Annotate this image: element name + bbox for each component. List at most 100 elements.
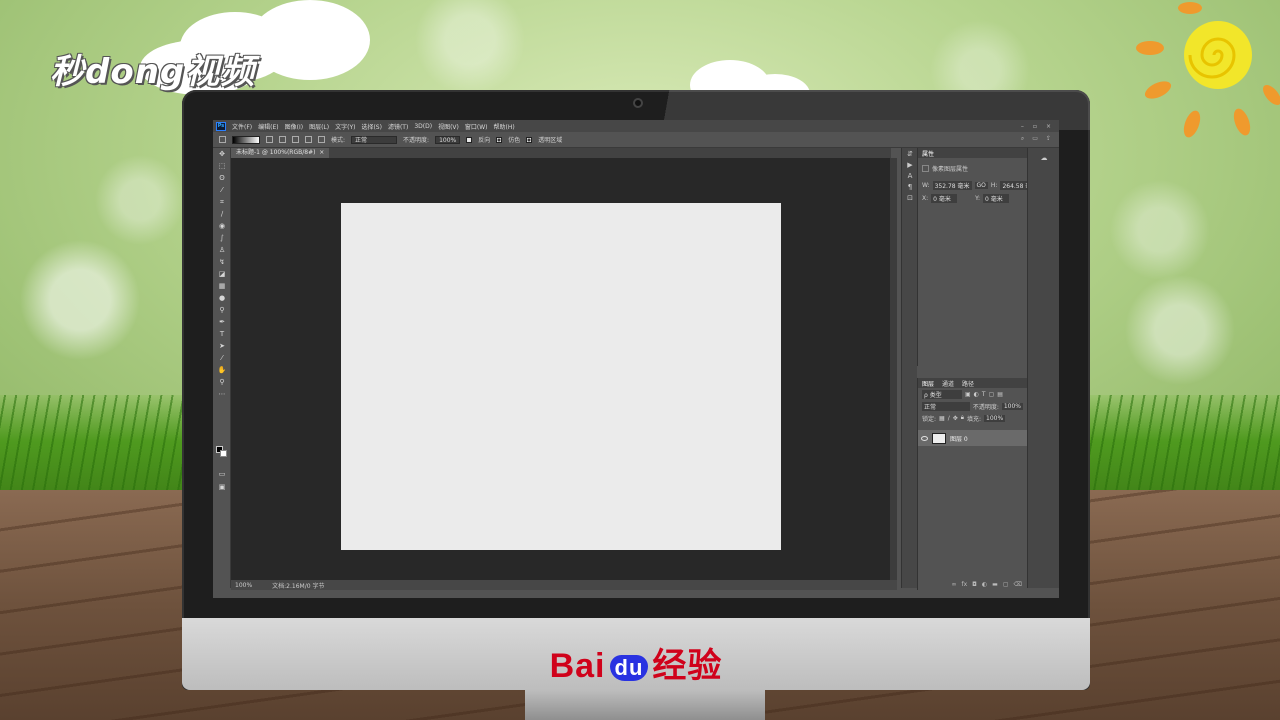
layer-name[interactable]: 图层 0 bbox=[950, 434, 968, 443]
layer-filter-select[interactable]: ρ 类型 bbox=[922, 389, 962, 399]
quick-mask-icon[interactable]: ▭ bbox=[213, 468, 231, 480]
menu-view[interactable]: 视图(V) bbox=[438, 122, 459, 131]
lock-all-icon[interactable]: 🔒︎ bbox=[961, 414, 964, 422]
eyedropper-tool-icon[interactable]: ∕ bbox=[213, 208, 231, 220]
vertical-scrollbar[interactable] bbox=[890, 158, 897, 580]
fill-field[interactable]: 100% bbox=[984, 414, 1006, 422]
lock-position-icon[interactable]: ✥ bbox=[953, 415, 958, 422]
layer-opacity-field[interactable]: 100% bbox=[1001, 402, 1023, 410]
brush-tool-icon[interactable]: ∫ bbox=[213, 232, 231, 244]
character-panel-icon[interactable]: A bbox=[902, 170, 918, 181]
paragraph-panel-icon[interactable]: ¶ bbox=[902, 181, 918, 192]
eraser-tool-icon[interactable]: ◪ bbox=[213, 268, 231, 280]
y-field[interactable]: 0 毫米 bbox=[983, 194, 1010, 203]
filter-adjust-icon[interactable]: ◐ bbox=[974, 391, 979, 398]
menu-help[interactable]: 帮助(H) bbox=[494, 122, 515, 131]
gradient-tool-icon[interactable]: ▦ bbox=[213, 280, 231, 292]
opacity-label: 不透明度: bbox=[403, 137, 430, 144]
x-field[interactable]: 0 毫米 bbox=[931, 194, 958, 203]
gradient-picker[interactable] bbox=[232, 135, 260, 144]
minimize-button[interactable]: – bbox=[1021, 123, 1024, 130]
healing-brush-tool-icon[interactable]: ◉ bbox=[213, 220, 231, 232]
hand-tool-icon[interactable]: ✋ bbox=[213, 364, 231, 376]
blend-mode-select[interactable]: 正常 bbox=[922, 401, 970, 411]
folder-icon[interactable]: ▬ bbox=[992, 581, 998, 588]
type-tool-icon[interactable]: T bbox=[213, 328, 231, 340]
tab-channels[interactable]: 通道 bbox=[942, 379, 954, 388]
opacity-field[interactable]: 100% bbox=[435, 135, 461, 144]
path-select-tool-icon[interactable]: ➤ bbox=[213, 340, 231, 352]
menu-select[interactable]: 选择(S) bbox=[361, 122, 382, 131]
filter-pixel-icon[interactable]: ▣ bbox=[965, 391, 971, 398]
pen-tool-icon[interactable]: ✒ bbox=[213, 316, 231, 328]
adjustment-icon[interactable]: ◐ bbox=[982, 581, 987, 588]
linear-gradient-icon[interactable] bbox=[266, 136, 273, 143]
mode-select[interactable]: 正常 bbox=[351, 135, 398, 144]
clone-stamp-tool-icon[interactable]: ♙ bbox=[213, 244, 231, 256]
menu-file[interactable]: 文件(F) bbox=[232, 122, 252, 131]
blur-tool-icon[interactable]: ● bbox=[213, 292, 231, 304]
dodge-tool-icon[interactable]: ⚲ bbox=[213, 304, 231, 316]
restore-button[interactable]: ▫ bbox=[1033, 123, 1037, 130]
link-icon[interactable]: ∞ bbox=[952, 581, 957, 588]
close-tab-icon[interactable]: × bbox=[317, 149, 324, 156]
move-tool-icon[interactable]: ✥ bbox=[213, 148, 231, 160]
tool-preset-icon[interactable] bbox=[219, 136, 226, 143]
lock-pixels-icon[interactable]: ∕ bbox=[948, 415, 950, 422]
zoom-level[interactable]: 100% bbox=[235, 582, 252, 589]
angle-gradient-icon[interactable] bbox=[292, 136, 299, 143]
mask-icon[interactable]: ◘ bbox=[972, 581, 977, 588]
lasso-tool-icon[interactable]: ʘ bbox=[213, 172, 231, 184]
dither-checkbox[interactable] bbox=[496, 136, 503, 143]
menu-layer[interactable]: 图层(L) bbox=[309, 122, 329, 131]
document-info[interactable]: 文档:2.16M/0 字节 bbox=[272, 581, 324, 590]
trash-icon[interactable]: ⌫ bbox=[1014, 581, 1022, 588]
workspace-icon[interactable]: ▭ bbox=[1032, 135, 1038, 143]
transparency-checkbox[interactable] bbox=[526, 136, 533, 143]
menu-type[interactable]: 文字(Y) bbox=[335, 122, 355, 131]
close-button[interactable]: × bbox=[1046, 123, 1051, 130]
pasteboard[interactable] bbox=[231, 158, 890, 580]
search-icon[interactable]: ⌕ bbox=[1021, 135, 1024, 143]
menu-filter[interactable]: 滤镜(T) bbox=[388, 122, 408, 131]
fx-icon[interactable]: fx bbox=[962, 581, 968, 588]
quick-select-tool-icon[interactable]: ⁄ bbox=[213, 184, 231, 196]
photoshop-logo-icon[interactable]: Ps bbox=[216, 121, 226, 131]
crop-tool-icon[interactable]: ⌗ bbox=[213, 196, 231, 208]
radial-gradient-icon[interactable] bbox=[279, 136, 286, 143]
reverse-checkbox[interactable] bbox=[466, 136, 473, 143]
line-tool-icon[interactable]: ⁄ bbox=[213, 352, 231, 364]
zoom-tool-icon[interactable]: ⚲ bbox=[213, 376, 231, 388]
properties-tab[interactable]: 属性 bbox=[922, 149, 934, 158]
lock-transparent-icon[interactable]: ▦ bbox=[939, 415, 945, 422]
history-brush-tool-icon[interactable]: ↯ bbox=[213, 256, 231, 268]
filter-shape-icon[interactable]: ▢ bbox=[989, 391, 995, 398]
filter-type-icon[interactable]: T bbox=[982, 391, 986, 398]
menu-image[interactable]: 图像(I) bbox=[285, 122, 303, 131]
visibility-eye-icon[interactable] bbox=[921, 435, 928, 441]
new-layer-icon[interactable]: ▢ bbox=[1003, 581, 1009, 588]
more-tools-icon[interactable]: ⋯ bbox=[213, 388, 231, 400]
share-icon[interactable]: ⇪ bbox=[1046, 135, 1051, 143]
tab-paths[interactable]: 路径 bbox=[962, 379, 974, 388]
background-color-swatch[interactable] bbox=[220, 450, 227, 457]
screen-mode-icon[interactable]: ▣ bbox=[213, 481, 231, 493]
diamond-gradient-icon[interactable] bbox=[318, 136, 325, 143]
menu-edit[interactable]: 编辑(E) bbox=[258, 122, 278, 131]
tool-presets-icon[interactable]: ⊡ bbox=[902, 192, 918, 203]
marquee-tool-icon[interactable]: ⬚ bbox=[213, 160, 231, 172]
history-panel-icon[interactable]: ⇵ bbox=[902, 148, 918, 159]
menu-window[interactable]: 窗口(W) bbox=[465, 122, 488, 131]
pixel-layer-icon bbox=[922, 165, 929, 172]
actions-panel-icon[interactable]: ▶ bbox=[902, 159, 918, 170]
document-canvas[interactable] bbox=[341, 203, 781, 550]
link-dimensions-button[interactable]: GO bbox=[974, 182, 988, 189]
libraries-panel-icon[interactable]: ☁ bbox=[1028, 152, 1059, 163]
reflected-gradient-icon[interactable] bbox=[305, 136, 312, 143]
menu-3d[interactable]: 3D(D) bbox=[414, 123, 432, 130]
tab-layers[interactable]: 图层 bbox=[922, 379, 934, 388]
layer-row[interactable]: 图层 0 bbox=[918, 430, 1028, 446]
width-field[interactable]: 352.78 毫米 bbox=[932, 181, 972, 190]
document-tab[interactable]: 未标题-1 @ 100%(RGB/8#) × bbox=[231, 148, 330, 158]
filter-smart-icon[interactable]: ▤ bbox=[997, 391, 1003, 398]
